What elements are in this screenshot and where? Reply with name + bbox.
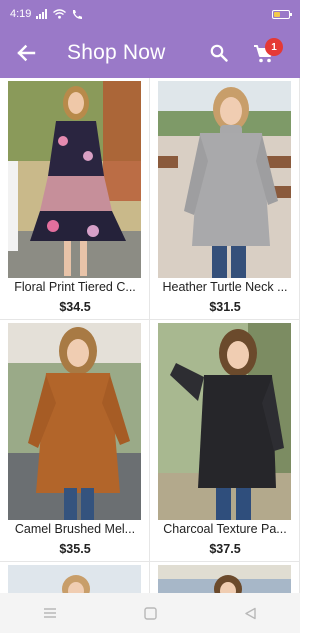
status-bar: 4:19 [0, 0, 300, 28]
product-price: $37.5 [209, 542, 241, 556]
product-name[interactable]: Camel Brushed Mel... [4, 522, 146, 536]
status-time: 4:19 [10, 8, 32, 20]
system-nav-bar [0, 593, 300, 633]
nav-menu-button[interactable] [30, 593, 70, 633]
wifi-icon [53, 9, 67, 19]
battery-icon [272, 9, 292, 19]
product-image[interactable] [8, 565, 141, 593]
product-card[interactable] [150, 562, 300, 593]
status-left: 4:19 [10, 8, 83, 20]
product-image[interactable] [158, 81, 291, 278]
product-image[interactable] [8, 323, 141, 520]
battery-level [274, 11, 280, 17]
status-right [272, 9, 292, 19]
menu-icon [44, 608, 56, 618]
signal-icon [36, 9, 48, 19]
product-grid[interactable]: Floral Print Tiered C... $34.5 Heather T… [0, 78, 300, 593]
product-card[interactable]: Camel Brushed Mel... $35.5 [0, 320, 150, 562]
page-title: Shop Now [67, 41, 166, 64]
wifi-call-icon [73, 9, 83, 19]
search-icon [210, 44, 228, 62]
cart-button[interactable]: 1 [251, 38, 287, 70]
back-button[interactable] [0, 28, 52, 78]
back-arrow-icon [17, 44, 36, 62]
product-image[interactable] [158, 323, 291, 520]
cart-count-badge: 1 [265, 38, 283, 56]
product-card[interactable]: Heather Turtle Neck ... $31.5 [150, 78, 300, 320]
product-price: $34.5 [59, 300, 91, 314]
home-square-icon [143, 606, 157, 620]
product-image[interactable] [8, 81, 141, 278]
product-card[interactable]: Floral Print Tiered C... $34.5 [0, 78, 150, 320]
nav-back-button[interactable] [230, 593, 270, 633]
product-price: $35.5 [59, 542, 91, 556]
search-button[interactable] [206, 40, 232, 66]
nav-home-button[interactable] [130, 593, 170, 633]
product-name[interactable]: Floral Print Tiered C... [4, 280, 146, 294]
product-card[interactable] [0, 562, 150, 593]
product-price: $31.5 [209, 300, 241, 314]
app-bar: Shop Now 1 [0, 28, 300, 78]
product-name[interactable]: Charcoal Texture Pa... [154, 522, 296, 536]
back-triangle-icon [244, 607, 256, 619]
product-image[interactable] [158, 565, 291, 593]
product-card[interactable]: Charcoal Texture Pa... $37.5 [150, 320, 300, 562]
product-name[interactable]: Heather Turtle Neck ... [154, 280, 296, 294]
